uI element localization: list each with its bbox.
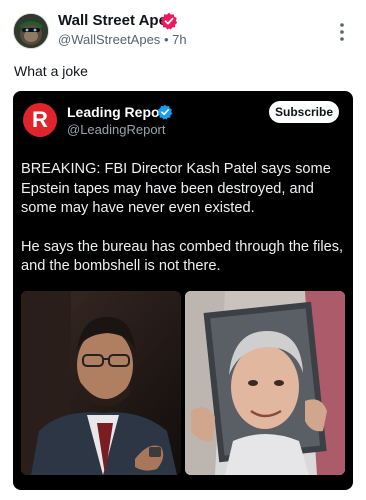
photo-man-in-suit[interactable] <box>21 291 181 475</box>
ape-avatar-image <box>14 14 48 48</box>
meta-separator: • <box>163 32 169 47</box>
photo-portrait-sign-image <box>185 291 345 475</box>
embedded-paragraph: BREAKING: FBI Director Kash Patel says s… <box>21 161 331 217</box>
verified-badge-icon <box>160 12 178 30</box>
embedded-paragraph: He says the bureau has combed through th… <box>21 238 344 275</box>
embedded-handle[interactable]: @LeadingReport <box>67 122 165 137</box>
photo-man-in-suit-image <box>21 291 181 475</box>
embedded-post[interactable]: R Leading Report @LeadingReport Subscrib… <box>13 91 353 490</box>
author-meta: @WallStreetApes • 7h <box>58 32 187 47</box>
embedded-account-name[interactable]: Leading Report <box>67 104 170 120</box>
author-handle[interactable]: @WallStreetApes <box>58 32 160 47</box>
photo-portrait-sign[interactable] <box>185 291 345 475</box>
verified-badge-icon <box>157 104 173 120</box>
embedded-post-text: BREAKING: FBI Director Kash Patel says s… <box>21 160 349 296</box>
more-vertical-icon[interactable] <box>338 22 346 42</box>
author-avatar[interactable] <box>13 13 49 49</box>
tweet-card: Wall Street Apes @WallStreetApes • 7h Wh… <box>0 0 366 500</box>
author-name[interactable]: Wall Street Apes <box>58 12 175 29</box>
post-time[interactable]: 7h <box>172 32 186 47</box>
post-text: What a joke <box>14 63 88 79</box>
leading-report-logo[interactable]: R <box>23 103 57 137</box>
subscribe-button[interactable]: Subscribe <box>269 101 339 123</box>
